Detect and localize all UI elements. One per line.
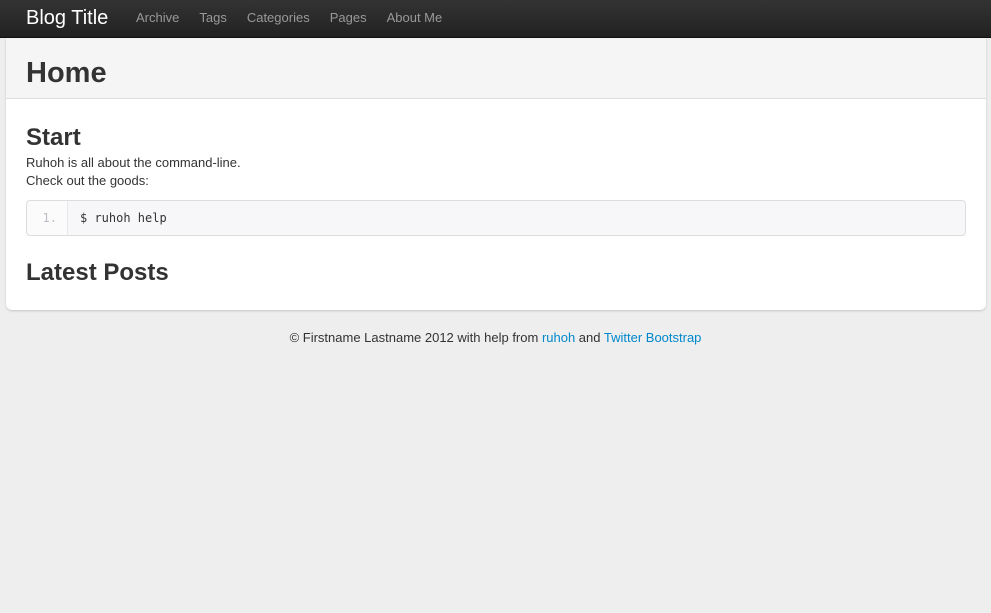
goods-text: Check out the goods:: [26, 173, 149, 188]
code-line: $ ruhoh help: [80, 211, 167, 225]
latest-posts-heading: Latest Posts: [26, 259, 169, 286]
top-navbar: Blog Title Archive Tags Categories Pages…: [0, 0, 991, 38]
intro-text: Ruhoh is all about the command-line.: [26, 155, 241, 170]
nav-item-tags: Tags: [189, 0, 236, 38]
content-panel: Home Start Ruhoh is all about the comman…: [6, 38, 986, 310]
nav-link-pages[interactable]: Pages: [320, 0, 377, 35]
nav-item-pages: Pages: [320, 0, 377, 38]
footer-and-text: and: [575, 330, 604, 345]
nav-link-about-me[interactable]: About Me: [377, 0, 453, 35]
nav-item-about-me: About Me: [377, 0, 453, 38]
footer: © Firstname Lastname 2012 with help from…: [0, 329, 991, 347]
footer-link-twitter-bootstrap[interactable]: Twitter Bootstrap: [604, 330, 702, 345]
nav-item-categories: Categories: [237, 0, 320, 38]
page-header: Home: [6, 38, 986, 99]
start-heading: Start: [26, 124, 81, 151]
footer-copyright: © Firstname Lastname 2012 with help from: [289, 330, 542, 345]
footer-link-ruhoh[interactable]: ruhoh: [542, 330, 575, 345]
code-line-number: 1.: [27, 201, 68, 235]
nav-link-archive[interactable]: Archive: [126, 0, 189, 35]
page-title: Home: [26, 57, 107, 89]
nav-menu: Archive Tags Categories Pages About Me: [126, 0, 452, 38]
nav-link-categories[interactable]: Categories: [237, 0, 320, 35]
nav-item-archive: Archive: [126, 0, 189, 38]
nav-link-tags[interactable]: Tags: [189, 0, 236, 35]
code-block: 1. $ ruhoh help: [26, 200, 966, 236]
brand-link[interactable]: Blog Title: [26, 6, 108, 30]
